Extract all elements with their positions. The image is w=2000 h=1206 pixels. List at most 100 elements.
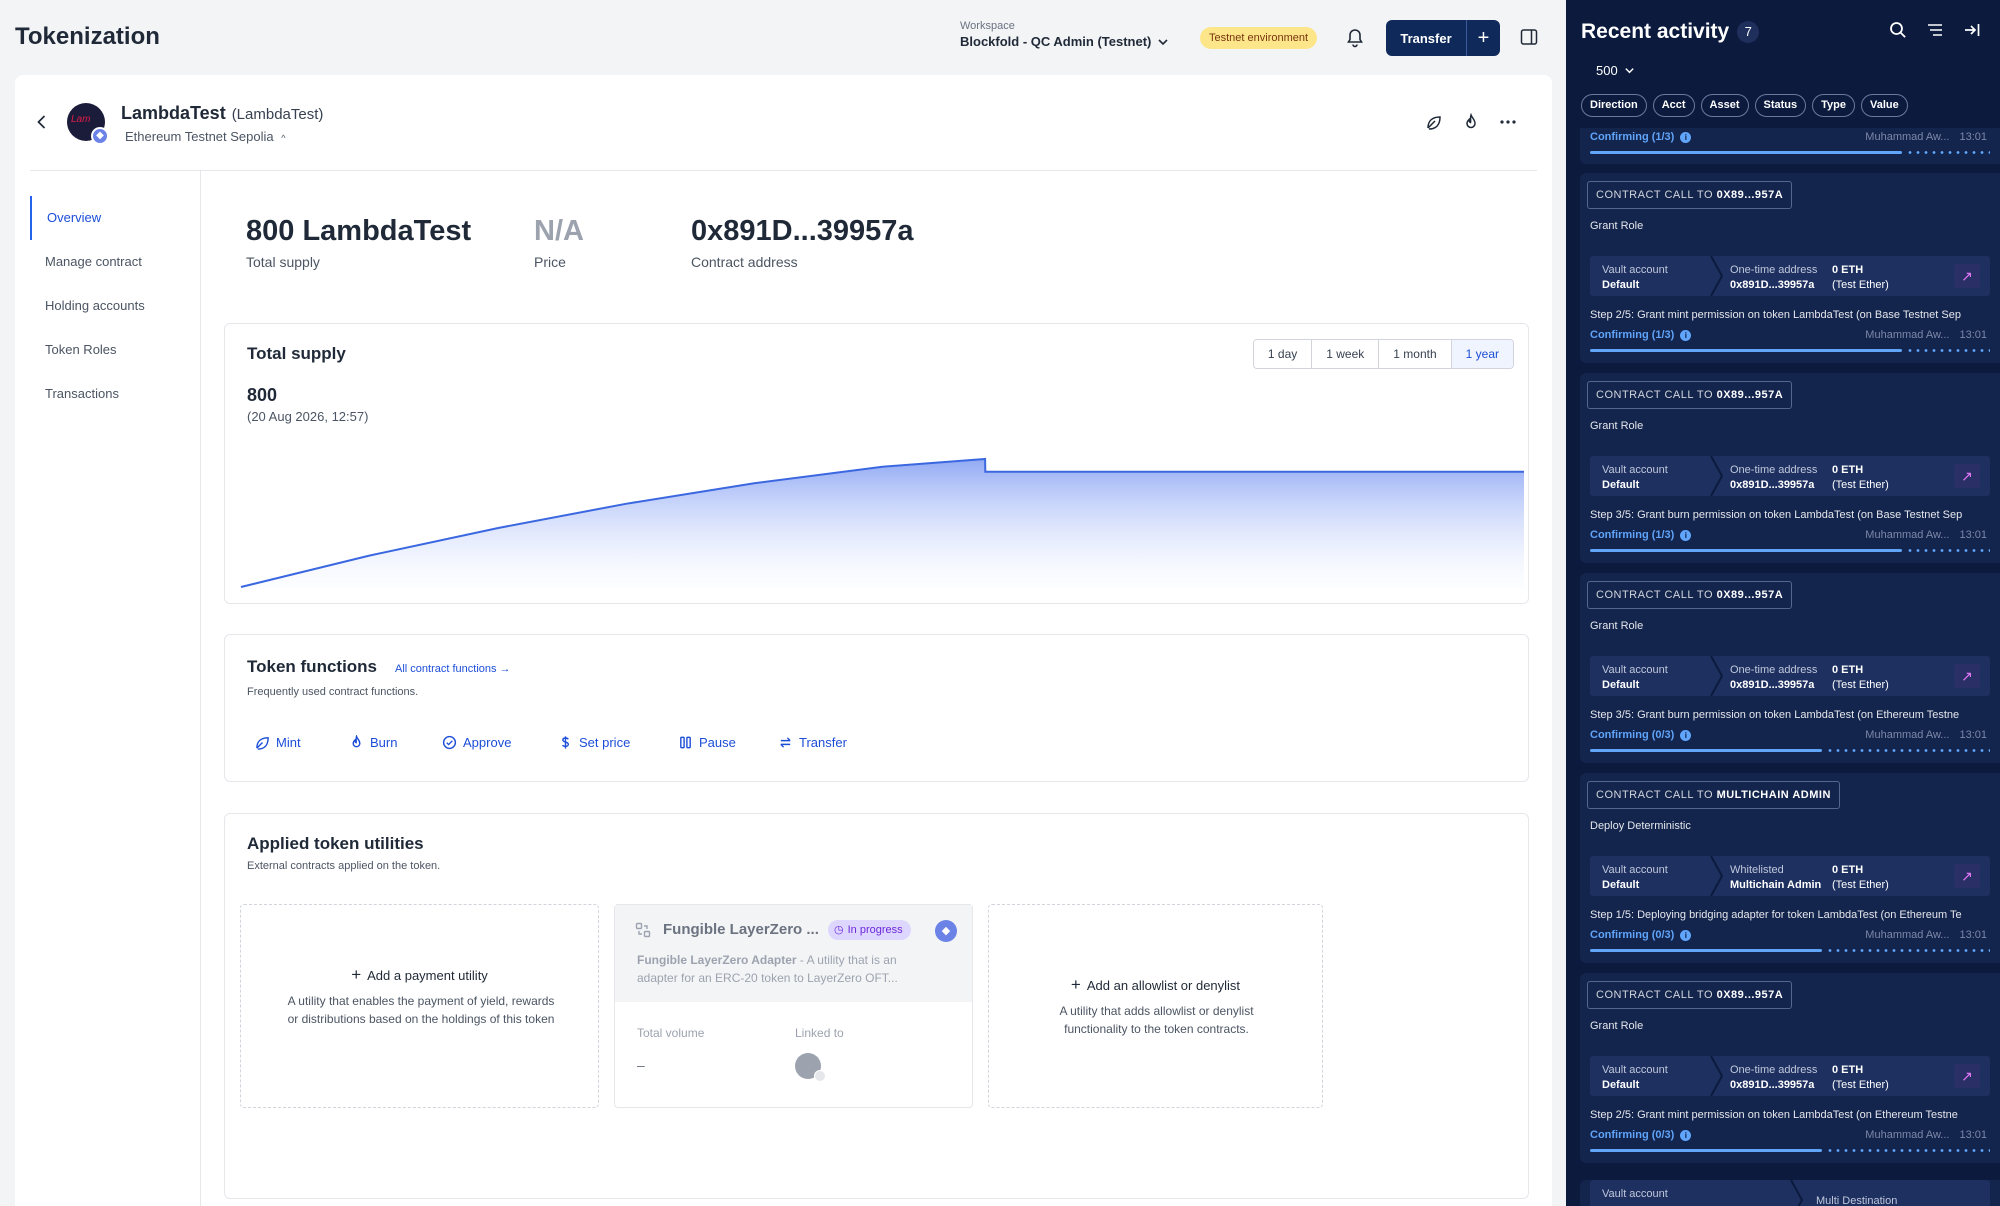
dollar-icon — [561, 736, 570, 749]
info-icon: i — [1680, 1129, 1692, 1141]
activity-item[interactable]: CONTRACT CALL TO 0X89...957A Grant Role … — [1580, 973, 2000, 1163]
link-adapter-icon — [635, 922, 651, 938]
range-1-year[interactable]: 1 year — [1450, 340, 1513, 368]
filter-asset[interactable]: Asset — [1700, 94, 1749, 117]
nav-item-overview[interactable]: Overview — [30, 196, 200, 240]
chevron-down-icon — [1158, 38, 1168, 45]
activity-step-description: Step 2/5: Grant mint permission on token… — [1590, 309, 1961, 321]
nav-item-transactions[interactable]: Transactions — [30, 372, 200, 416]
contract-call-target: 0X89...957A — [1716, 989, 1784, 1001]
ethereum-icon: ◆ — [935, 920, 957, 942]
activity-step-description: Step 2/5: Grant mint permission on token… — [1590, 1109, 1958, 1121]
workspace-value-row[interactable]: Blockfold - QC Admin (Testnet) — [960, 34, 1169, 49]
progress-fill — [1590, 949, 1822, 952]
activity-status-label: Confirming (1/3) — [1590, 131, 1675, 143]
transfer-function-button[interactable]: Transfer — [778, 735, 847, 750]
open-arrow-icon[interactable]: ↗ — [1954, 264, 1980, 288]
filter-direction[interactable]: Direction — [1581, 94, 1647, 117]
time-range-selector: 1 day 1 week 1 month 1 year — [1252, 339, 1514, 369]
filter-account[interactable]: Acct — [1652, 94, 1695, 117]
contract-call-target: 0X89...957A — [1716, 589, 1784, 601]
activity-item[interactable]: CONTRACT CALL TO 0X89...957A Grant Role … — [1580, 573, 2000, 763]
contract-address-label: Contract address — [691, 254, 798, 270]
search-icon[interactable] — [1889, 21, 1907, 39]
activity-item[interactable]: CONTRACT CALL TO 0X89...957A Grant Role … — [1580, 373, 2000, 563]
activity-step-description: Step 3/5: Grant burn permission on token… — [1590, 709, 1960, 721]
nav-item-manage-contract[interactable]: Manage contract — [30, 240, 200, 284]
layerzero-utility-card[interactable]: Fungible LayerZero ... ◷ In progress ◆ Fu… — [614, 904, 973, 1108]
route-destination-label: Whitelisted — [1730, 864, 1784, 876]
token-network-label: Ethereum Testnet Sepolia — [125, 129, 274, 144]
token-symbol: (LambdaTest) — [231, 106, 324, 123]
add-allowlist-action[interactable]: + Add an allowlist or denylist — [989, 975, 1322, 995]
route-source-label: Vault account — [1602, 1188, 1668, 1200]
range-1-day[interactable]: 1 day — [1253, 340, 1312, 368]
add-payment-utility-action[interactable]: + Add a payment utility — [241, 965, 598, 985]
activity-item-partial-top[interactable]: Confirming (1/3) i Muhammad Aw... 13:01 — [1580, 128, 2000, 164]
workspace-selector[interactable]: Workspace Blockfold - QC Admin (Testnet) — [960, 20, 1169, 49]
activity-step-description: Step 3/5: Grant burn permission on token… — [1590, 509, 1963, 521]
side-panel-toggle-icon[interactable] — [1520, 28, 1538, 46]
activity-operation-name: Grant Role — [1590, 1020, 1644, 1032]
open-arrow-icon[interactable]: ↗ — [1954, 664, 1980, 688]
route-chevron-icon — [1710, 456, 1724, 496]
add-allowlist-utility-card[interactable]: + Add an allowlist or denylist A utility … — [988, 904, 1323, 1108]
sort-lines-icon[interactable] — [1926, 21, 1944, 39]
open-arrow-icon[interactable]: ↗ — [1954, 464, 1980, 488]
burn-button[interactable]: Burn — [349, 735, 397, 750]
transfer-button[interactable]: Transfer + — [1386, 20, 1500, 56]
set-price-button[interactable]: Set price — [558, 735, 630, 750]
contract-address-value[interactable]: 0x891D...39957a — [691, 215, 914, 248]
activity-item-partial-bottom[interactable]: Vault account Multi Destination — [1580, 1180, 2000, 1206]
progress-remaining — [1906, 151, 1990, 154]
contract-call-tag: CONTRACT CALL TO 0X89...957A — [1587, 581, 1793, 609]
leaf-icon[interactable] — [1425, 113, 1443, 131]
collapse-panel-icon[interactable] — [1963, 21, 1981, 39]
layerzero-utility-description: Fungible LayerZero Adapter - A utility t… — [637, 951, 937, 987]
price-value: N/A — [534, 215, 584, 247]
activity-status-label: Confirming (1/3) — [1590, 529, 1675, 541]
flame-icon[interactable] — [1462, 113, 1480, 131]
activity-route: Vault account Default One-time address 0x8… — [1590, 656, 1990, 696]
open-arrow-icon[interactable]: ↗ — [1954, 1064, 1980, 1088]
nav-item-token-roles[interactable]: Token Roles — [30, 328, 200, 372]
plus-icon[interactable]: + — [1466, 20, 1500, 56]
nav-item-holding-accounts[interactable]: Holding accounts — [30, 284, 200, 328]
mint-button[interactable]: Mint — [255, 735, 301, 750]
activity-limit-select[interactable]: 500 — [1596, 63, 1635, 78]
route-source-label: Vault account — [1602, 864, 1668, 876]
more-options-icon[interactable] — [1499, 113, 1517, 131]
plus-icon: + — [1070, 975, 1081, 994]
route-asset: (Test Ether) — [1832, 479, 1889, 491]
back-arrow-icon[interactable] — [33, 113, 51, 131]
add-payment-utility-card[interactable]: + Add a payment utility A utility that en… — [240, 904, 599, 1108]
range-1-week[interactable]: 1 week — [1311, 340, 1379, 368]
activity-item[interactable]: CONTRACT CALL TO MULTICHAIN ADMIN Deploy… — [1580, 773, 2000, 963]
approve-button[interactable]: Approve — [442, 735, 511, 750]
activity-operation-name: Grant Role — [1590, 220, 1644, 232]
filter-status[interactable]: Status — [1754, 94, 1807, 117]
pause-button[interactable]: Pause — [678, 735, 736, 750]
route-asset: (Test Ether) — [1832, 879, 1889, 891]
activity-progress-bar — [1590, 349, 1990, 353]
filter-value[interactable]: Value — [1860, 94, 1908, 117]
activity-time: 13:01 — [1959, 329, 1987, 341]
filter-type[interactable]: Type — [1812, 94, 1855, 117]
activity-status-label: Confirming (0/3) — [1590, 929, 1675, 941]
route-source-value: Default — [1602, 679, 1640, 691]
linked-token-avatar — [795, 1053, 826, 1082]
activity-filters: Direction Acct Asset Status Type Value — [1581, 94, 1908, 117]
all-contract-functions-link[interactable]: All contract functions → — [395, 663, 511, 675]
activity-operation-name: Grant Role — [1590, 620, 1644, 632]
workspace-label: Workspace — [960, 20, 1015, 32]
progress-remaining — [1826, 749, 1990, 752]
applied-utilities-subtitle: External contracts applied on the token. — [247, 860, 441, 872]
route-asset: (Test Ether) — [1832, 1079, 1889, 1091]
flame-icon — [352, 735, 361, 748]
route-amount: 0 ETH (Test Ether) — [1832, 1063, 1889, 1093]
bell-icon[interactable] — [1346, 28, 1364, 48]
open-arrow-icon[interactable]: ↗ — [1954, 864, 1980, 888]
activity-item[interactable]: CONTRACT CALL TO 0X89...957A Grant Role … — [1580, 173, 2000, 363]
range-1-month[interactable]: 1 month — [1378, 340, 1451, 368]
token-network[interactable]: Ethereum Testnet Sepolia ^ — [125, 129, 286, 144]
